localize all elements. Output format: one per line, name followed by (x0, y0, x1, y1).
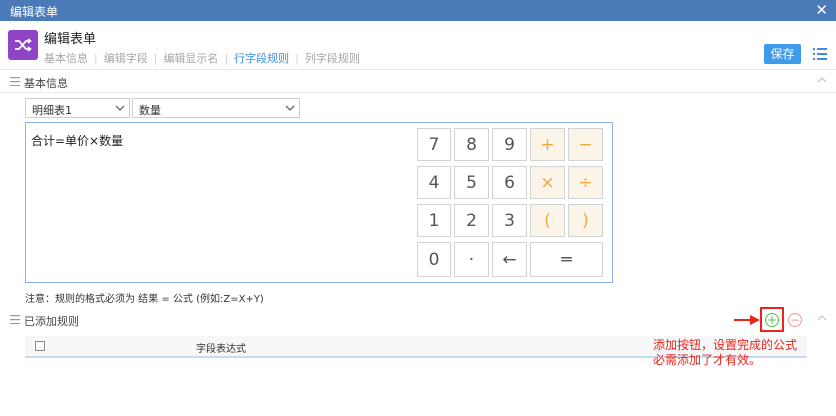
key-left-paren[interactable]: ( (530, 204, 565, 237)
close-icon[interactable]: ✕ (815, 1, 828, 19)
remove-rule-button[interactable]: − (788, 313, 802, 327)
formula-editor[interactable]: 合计=单价×数量 7 8 9 + − 4 5 6 × ÷ 1 2 3 ( ) 0… (25, 122, 613, 283)
field-select-value: 数量 (139, 104, 161, 117)
window-title: 编辑表单 (10, 5, 59, 19)
chevron-up-icon[interactable] (816, 74, 828, 86)
save-button[interactable]: 保存 (764, 44, 801, 64)
column-header-expression: 字段表达式 (196, 344, 246, 355)
tab-edit-display-names[interactable]: 编辑显示名 (163, 52, 218, 65)
select-all-checkbox[interactable] (35, 341, 45, 351)
format-note: 注意：规则的格式必须为 结果 = 公式 (例如:Z=X+Y) (25, 294, 264, 305)
annotation-line-2: 必需添加了才有效。 (653, 353, 762, 367)
basic-info-section-header: 基本信息 (0, 71, 836, 93)
formula-text: 合计=单价×数量 (31, 134, 124, 148)
tab-bar: 基本信息 | 编辑字段 | 编辑显示名 | 行字段规则 | 列字段规则 (44, 52, 360, 65)
list-menu-icon[interactable] (813, 47, 827, 61)
form-title: 编辑表单 (44, 32, 97, 47)
form-header: 编辑表单 基本信息 | 编辑字段 | 编辑显示名 | 行字段规则 | 列字段规则 保存 (0, 21, 836, 70)
key-plus[interactable]: + (530, 128, 565, 161)
tab-row-field-rules[interactable]: 行字段规则 (234, 52, 289, 65)
annotation-text: 添加按钮，设置完成的公式 必需添加了才有效。 (653, 338, 823, 368)
section-lines-icon (10, 77, 20, 86)
key-7[interactable]: 7 (417, 128, 451, 161)
add-rule-button[interactable]: + (765, 313, 779, 327)
key-backspace[interactable]: ← (492, 242, 527, 277)
tab-column-field-rules[interactable]: 列字段规则 (305, 52, 360, 65)
section-title: 已添加规则 (24, 315, 79, 328)
window-titlebar: 编辑表单 ✕ (0, 0, 836, 21)
key-6[interactable]: 6 (492, 166, 527, 199)
key-8[interactable]: 8 (454, 128, 489, 161)
tab-edit-fields[interactable]: 编辑字段 (104, 52, 148, 65)
chevron-up-icon[interactable] (816, 312, 828, 324)
key-3[interactable]: 3 (492, 204, 527, 237)
chevron-down-icon (285, 105, 295, 111)
section-title: 基本信息 (24, 77, 68, 90)
key-divide[interactable]: ÷ (568, 166, 603, 199)
key-5[interactable]: 5 (454, 166, 489, 199)
key-2[interactable]: 2 (454, 204, 489, 237)
key-decimal[interactable]: · (454, 242, 489, 277)
section-lines-icon (10, 315, 20, 324)
key-4[interactable]: 4 (417, 166, 451, 199)
annotation-line-1: 添加按钮，设置完成的公式 (653, 338, 798, 352)
key-minus[interactable]: − (568, 128, 603, 161)
key-1[interactable]: 1 (417, 204, 451, 237)
key-equals[interactable]: ═ (530, 242, 603, 277)
tab-basic-info[interactable]: 基本信息 (44, 52, 88, 65)
key-9[interactable]: 9 (492, 128, 527, 161)
field-select[interactable]: 数量 (132, 98, 300, 118)
key-right-paren[interactable]: ) (568, 204, 603, 237)
chevron-down-icon (115, 105, 125, 111)
table-select[interactable]: 明细表1 (25, 98, 130, 118)
table-select-value: 明细表1 (32, 104, 72, 117)
added-rules-section-header: 已添加规则 (0, 309, 836, 331)
key-times[interactable]: × (530, 166, 565, 199)
shuffle-icon (8, 30, 38, 60)
arrow-right-icon (734, 315, 760, 325)
key-0[interactable]: 0 (417, 242, 451, 277)
